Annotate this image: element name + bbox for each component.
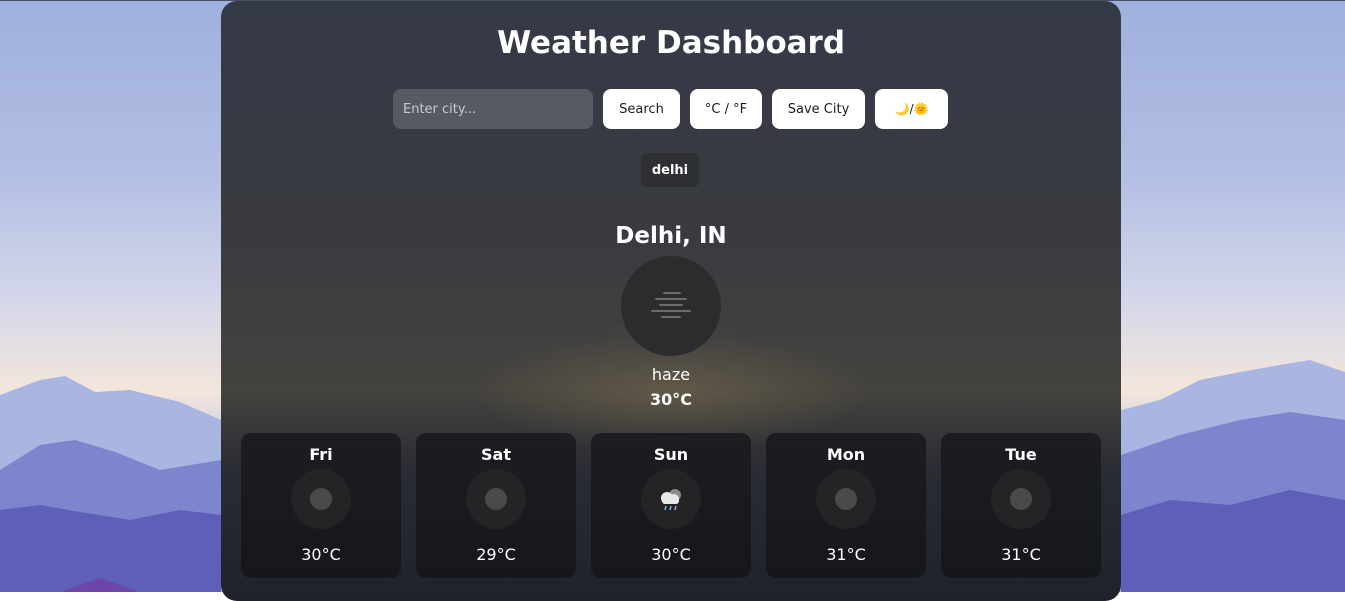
placeholder-dot-icon (291, 469, 351, 529)
saved-city-chip[interactable]: delhi (641, 153, 699, 187)
forecast-card-fri: Fri 30°C (241, 433, 401, 578)
page-title: Weather Dashboard (496, 25, 846, 61)
forecast-temp: 31°C (826, 545, 866, 564)
forecast-temp: 30°C (301, 545, 341, 564)
forecast-temp: 31°C (1001, 545, 1041, 564)
forecast-day: Tue (1005, 445, 1037, 464)
current-city-name: Delhi, IN (615, 223, 727, 249)
forecast-card-mon: Mon 31°C (766, 433, 926, 578)
placeholder-dot-icon (466, 469, 526, 529)
save-city-button[interactable]: Save City (772, 89, 865, 129)
placeholder-dot-icon (816, 469, 876, 529)
search-button[interactable]: Search (603, 89, 680, 129)
current-temperature: 30°C (649, 390, 692, 409)
forecast-card-sun: Sun 30°C (591, 433, 751, 578)
forecast-day: Sat (481, 445, 511, 464)
forecast-temp: 29°C (476, 545, 516, 564)
dashboard-card: Weather Dashboard Search °C / °F Save Ci… (221, 1, 1121, 601)
placeholder-dot-icon (991, 469, 1051, 529)
forecast-day: Mon (826, 445, 866, 464)
rain-cloud-icon (641, 469, 701, 529)
unit-toggle-button[interactable]: °C / °F (690, 89, 762, 129)
theme-toggle-button[interactable]: 🌙/🌞 (875, 89, 948, 129)
forecast-card-sat: Sat 29°C (416, 433, 576, 578)
forecast-day: Fri (309, 445, 333, 464)
haze-icon (621, 256, 721, 356)
haze-lines-icon (651, 292, 691, 318)
forecast-temp: 30°C (651, 545, 691, 564)
forecast-card-tue: Tue 31°C (941, 433, 1101, 578)
city-search-input[interactable] (393, 89, 593, 129)
weather-description: haze (651, 365, 691, 384)
forecast-day: Sun (653, 445, 689, 464)
